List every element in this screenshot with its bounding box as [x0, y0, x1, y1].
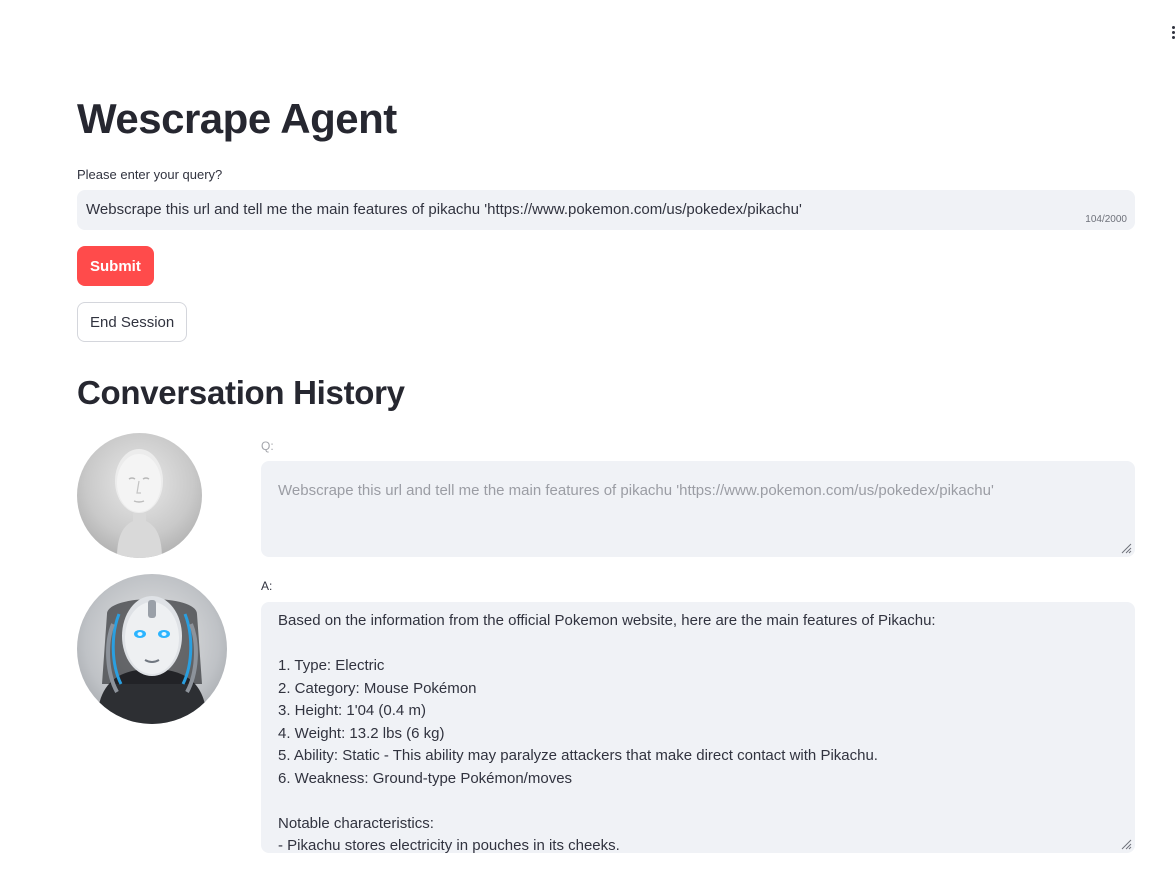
submit-button[interactable]: Submit — [77, 246, 154, 286]
answer-line: 6. Weakness: Ground-type Pokémon/moves — [278, 769, 573, 787]
answer-line: Based on the information from the offici… — [278, 612, 936, 629]
query-input-value: Webscrape this url and tell me the main … — [86, 201, 802, 218]
robot-avatar-icon — [77, 574, 227, 724]
answer-line — [278, 790, 936, 813]
resize-handle-icon[interactable] — [1120, 838, 1132, 850]
char-counter: 104/2000 — [1085, 214, 1127, 225]
end-session-button[interactable]: End Session — [77, 302, 188, 342]
mannequin-avatar-icon — [77, 433, 202, 558]
answer-line: 5. Ability: Static - This ability may pa… — [278, 747, 878, 764]
answer-line: - Pikachu stores electricity in pouches … — [278, 837, 620, 853]
answer-line: 4. Weight: 13.2 lbs (6 kg) — [278, 724, 445, 742]
page-title: Wescrape Agent — [77, 95, 397, 142]
query-label: Please enter your query? — [77, 167, 223, 182]
question-textarea[interactable]: Webscrape this url and tell me the main … — [261, 461, 1135, 557]
kebab-menu-icon[interactable] — [1172, 26, 1176, 40]
question-label: Q: — [261, 439, 274, 453]
answer-text: Based on the information from the offici… — [278, 610, 936, 853]
query-input[interactable]: Webscrape this url and tell me the main … — [77, 190, 1135, 230]
answer-line: 1. Type: Electric — [278, 657, 385, 674]
answer-label: A: — [261, 579, 273, 593]
conversation-history-heading: Conversation History — [77, 374, 405, 411]
answer-line: Notable characteristics: — [278, 814, 434, 832]
answer-line: 3. Height: 1'04 (0.4 m) — [278, 702, 426, 719]
question-text: Webscrape this url and tell me the main … — [278, 482, 994, 499]
resize-handle-icon[interactable] — [1120, 542, 1132, 554]
answer-line: 2. Category: Mouse Pokémon — [278, 679, 477, 697]
answer-line — [278, 633, 936, 656]
answer-textarea[interactable]: Based on the information from the offici… — [261, 602, 1135, 853]
